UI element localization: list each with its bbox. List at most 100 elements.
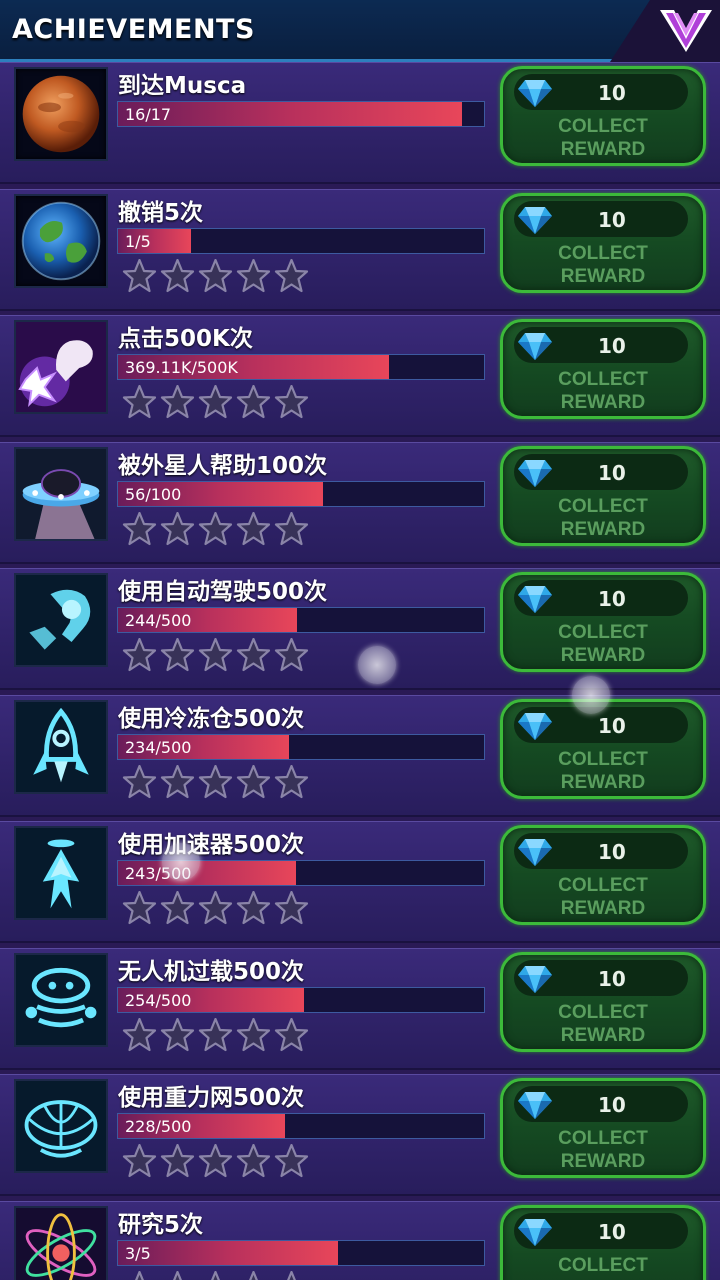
progress-bar: 244/500: [117, 607, 485, 633]
star-icon: [236, 258, 271, 292]
star-rating: [122, 1270, 309, 1280]
achievement-title: 被外星人帮助100次: [118, 452, 328, 479]
star-icon: [122, 1144, 157, 1178]
star-icon: [236, 1144, 271, 1178]
achievement-title: 使用重力网500次: [118, 1085, 305, 1111]
tap-hand-icon: [16, 322, 106, 412]
reward-amount: 10: [598, 1219, 626, 1244]
gem-icon: [518, 965, 552, 993]
collect-reward-label: COLLECTREWARD: [558, 495, 648, 540]
achievement-title: 使用冷冻仓500次: [118, 705, 305, 732]
collect-reward-label: COLLECTREWARD: [558, 1128, 648, 1172]
star-icon: [122, 385, 157, 419]
star-icon: [160, 638, 195, 672]
star-icon: [248, 1270, 259, 1280]
collect-reward-label: COLLECTREWARD: [558, 116, 648, 160]
star-icon: [172, 1270, 183, 1280]
star-rating: [122, 511, 309, 546]
gem-icon: [518, 80, 552, 107]
achievement-row: 使用加速器500次 243/500 10 COLLECT REWARD: [0, 821, 720, 943]
achievement-row: 使用重力网500次 228/500 10 COLLECT REWARD: [0, 1074, 720, 1196]
collect-reward-label: COLLECTREWARD: [558, 875, 648, 919]
star-icon: [134, 1270, 145, 1280]
star-icon: [274, 1144, 309, 1178]
collect-reward-button[interactable]: 10 COLLECTREWARD: [500, 951, 706, 1052]
gem-icon: [518, 333, 552, 360]
achievement-icon-frame: [14, 193, 108, 288]
star-icon: [236, 891, 271, 925]
star-icon: [286, 1270, 297, 1280]
star-icon: [198, 385, 233, 419]
progress-text: 244/500: [125, 611, 192, 630]
chevron-rank-icon[interactable]: [658, 4, 714, 54]
gem-icon: [518, 1218, 552, 1246]
reward-amount: 10: [598, 587, 626, 611]
star-rating: [122, 764, 309, 799]
achievement-icon-frame: [14, 67, 108, 161]
gem-icon: [518, 1092, 552, 1119]
progress-bar: 1/5: [117, 227, 485, 254]
collect-reward-button[interactable]: 10 COLLECTREWARD: [500, 445, 706, 546]
achievement-row: 无人机过载500次 254/500 10 COLLECT REWARD: [0, 947, 720, 1070]
star-icon: [236, 764, 271, 798]
touch-indicator: [572, 676, 610, 714]
collect-reward-button[interactable]: 10 COLLECTREWARD: [500, 66, 706, 166]
star-icon: [198, 1017, 233, 1051]
star-icon: [198, 511, 233, 545]
achievement-icon-frame: [14, 320, 108, 414]
touch-indicator: [358, 646, 396, 684]
progress-text: 369.11K/500K: [125, 358, 238, 377]
star-icon: [122, 258, 157, 292]
top-bar: ACHIEVEMENTS: [0, 0, 720, 62]
star-rating: [122, 385, 309, 419]
collect-reward-button[interactable]: 10 COLLECTREWARD: [500, 698, 706, 799]
progress-text: 234/500: [125, 737, 192, 757]
collect-reward-button[interactable]: 10 COLLECTREWARD: [500, 572, 706, 672]
star-icon: [236, 638, 271, 672]
star-icon: [274, 511, 309, 545]
reward-amount: 10: [598, 840, 626, 864]
collect-reward-label: COLLECTREWARD: [558, 748, 648, 793]
star-rating: [122, 891, 309, 925]
achievement-icon-frame: [14, 699, 108, 794]
collect-reward-button[interactable]: 10 COLLECTREWARD: [500, 1078, 706, 1178]
earth-planet-icon: [21, 201, 101, 280]
achievement-row: 研究5次 3/5 10 COLLECTREWARD: [0, 1200, 720, 1280]
collect-reward-button[interactable]: 10 COLLECTREWARD: [500, 319, 706, 419]
star-icon: [122, 891, 157, 925]
achievement-title: 点击500K次: [118, 326, 253, 352]
progress-bar: 369.11K/500K: [117, 354, 485, 380]
achievement-row: 到达Musca 16/17 10 COLLECT REWARD: [0, 62, 720, 184]
collect-reward-label: COLLECTREWARD: [558, 242, 648, 287]
atom-research-icon: [16, 1207, 106, 1280]
achievement-row: 使用冷冻仓500次 234/500 10 COLLECT REWARD: [0, 694, 720, 817]
star-icon: [122, 764, 157, 798]
progress-bar: 3/5: [117, 1239, 485, 1266]
star-rating: [122, 1017, 309, 1052]
collect-reward-button[interactable]: 10 COLLECTREWARD: [500, 1204, 706, 1280]
achievement-icon-frame: [14, 826, 108, 920]
gem-icon: [518, 712, 552, 740]
progress-text: 254/500: [125, 990, 192, 1010]
star-icon: [236, 1017, 271, 1051]
achievement-row: 点击500K次 369.11K/500K 10 COLLECT REWARD: [0, 315, 720, 437]
autopilot-icon: [16, 575, 106, 665]
ufo-icon: [16, 448, 106, 539]
achievement-icon-frame: [14, 1205, 108, 1280]
collect-reward-label: COLLECTREWARD: [558, 369, 648, 413]
star-icon: [160, 385, 195, 419]
achievement-icon-frame: [14, 573, 108, 667]
gem-icon: [518, 586, 552, 613]
progress-bar: 56/100: [117, 480, 485, 507]
star-icon: [122, 638, 157, 672]
progress-bar: 228/500: [117, 1113, 485, 1139]
achievement-title: 无人机过载500次: [118, 958, 305, 985]
star-icon: [274, 638, 309, 672]
achievement-title: 撤销5次: [118, 199, 204, 226]
star-icon: [160, 511, 195, 545]
collect-reward-button[interactable]: 10 COLLECTREWARD: [500, 192, 706, 293]
star-icon: [198, 764, 233, 798]
reward-amount: 10: [598, 81, 626, 105]
collect-reward-button[interactable]: 10 COLLECTREWARD: [500, 825, 706, 925]
achievement-title: 使用加速器500次: [118, 832, 305, 858]
